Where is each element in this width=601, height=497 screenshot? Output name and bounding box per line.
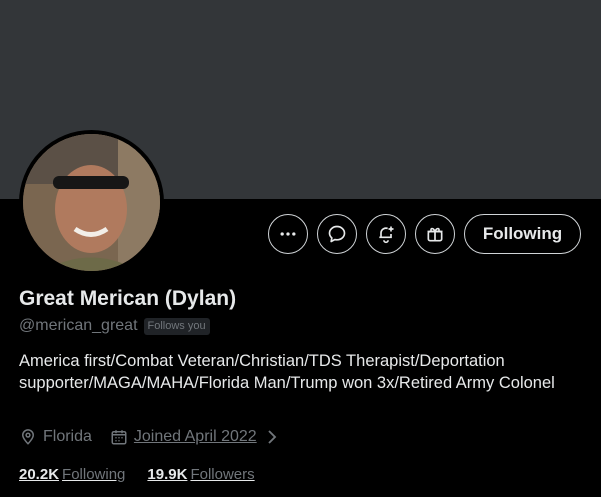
following-button[interactable]: Following	[464, 214, 581, 254]
bio: America first/Combat Veteran/Christian/T…	[19, 352, 555, 392]
handle-row: @merican_great Follows you	[19, 317, 210, 335]
profile-actions: Following	[0, 214, 601, 254]
more-button[interactable]	[268, 214, 308, 254]
followers-label: Followers	[190, 466, 255, 483]
location-text: Florida	[43, 428, 92, 445]
handle: @merican_great	[19, 317, 138, 334]
calendar-icon	[111, 430, 127, 445]
message-button[interactable]	[317, 214, 357, 254]
gift-icon	[427, 227, 443, 242]
message-icon	[328, 225, 346, 243]
location-pin-icon	[21, 429, 35, 445]
profile-meta: Florida Joined April 2022	[19, 428, 305, 446]
followers-stat-link[interactable]: 19.9K Followers	[147, 466, 254, 483]
chevron-right-icon	[268, 430, 276, 444]
gift-button[interactable]	[415, 214, 455, 254]
more-icon	[280, 232, 296, 236]
notifications-button[interactable]	[366, 214, 406, 254]
follow-stats: 20.2K Following 19.9K Followers	[19, 466, 277, 483]
followers-count: 19.9K	[147, 466, 188, 483]
joined-item[interactable]: Joined April 2022	[110, 428, 287, 446]
follows-you-badge: Follows you	[143, 317, 210, 335]
location-item: Florida	[19, 428, 92, 446]
joined-date-link[interactable]: Joined April 2022	[134, 428, 257, 446]
following-label: Following	[62, 466, 126, 483]
following-stat-link[interactable]: 20.2K Following	[19, 466, 125, 483]
display-name: Great Merican (Dylan)	[19, 287, 237, 310]
following-count: 20.2K	[19, 466, 60, 483]
bell-plus-icon	[379, 226, 394, 244]
